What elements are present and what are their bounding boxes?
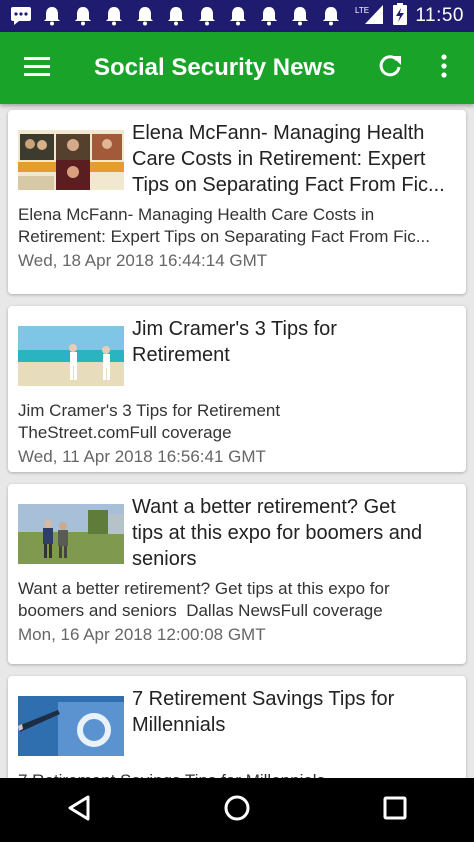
- news-card[interactable]: Want a better retirement? Get tips at th…: [8, 484, 466, 664]
- article-headline: Want a better retirement? Get tips at th…: [132, 496, 423, 570]
- home-button[interactable]: [207, 780, 267, 840]
- article-summary: Elena McFann- Managing Health Care Costs…: [18, 205, 430, 246]
- more-options-button[interactable]: [424, 48, 464, 88]
- refresh-button[interactable]: [368, 48, 412, 88]
- bell-icon: [41, 5, 63, 27]
- article-summary: Want a better retirement? Get tips at th…: [18, 579, 390, 620]
- refresh-icon: [377, 53, 403, 84]
- bell-icon: [258, 5, 280, 27]
- navigation-bar: [0, 778, 474, 842]
- article-date: Wed, 11 Apr 2018 16:56:41 GMT: [18, 447, 266, 466]
- bell-icon: [134, 5, 156, 27]
- back-button[interactable]: [49, 780, 109, 840]
- article-headline: Jim Cramer's 3 Tips for Retirement: [132, 318, 337, 366]
- bell-icon: [227, 5, 249, 27]
- bell-icon: [72, 5, 94, 27]
- hamburger-menu-icon: [23, 55, 51, 82]
- recents-square-icon: [383, 796, 407, 825]
- article-thumbnail: [18, 326, 124, 386]
- article-date: Mon, 16 Apr 2018 12:00:08 GMT: [18, 625, 266, 644]
- news-card[interactable]: Elena McFann- Managing Health Care Costs…: [8, 110, 466, 294]
- news-card[interactable]: 7 Retirement Savings Tips for Millennial…: [8, 676, 466, 778]
- bell-icon: [165, 5, 187, 27]
- back-triangle-icon: [67, 795, 91, 826]
- messages-icon: [10, 5, 32, 27]
- notification-icons: [10, 5, 342, 27]
- bell-icon: [320, 5, 342, 27]
- article-summary: 7 Retirement Savings Tips for Millennial…: [18, 770, 456, 778]
- news-feed[interactable]: Elena McFann- Managing Health Care Costs…: [0, 104, 474, 778]
- status-bar: LTE 11:50: [0, 0, 474, 32]
- app-bar: Social Security News: [0, 32, 474, 104]
- article-thumbnail: [18, 696, 124, 756]
- article-date: Wed, 18 Apr 2018 16:44:14 GMT: [18, 251, 268, 270]
- system-status: LTE 11:50: [355, 2, 464, 30]
- lte-signal-icon: LTE: [355, 3, 385, 30]
- app-title: Social Security News: [94, 54, 336, 81]
- recents-button[interactable]: [365, 780, 425, 840]
- bell-icon: [289, 5, 311, 27]
- network-type: LTE: [355, 6, 369, 15]
- menu-button[interactable]: [0, 32, 74, 104]
- news-card[interactable]: Jim Cramer's 3 Tips for Retirement Jim C…: [8, 306, 466, 472]
- home-circle-icon: [223, 794, 251, 827]
- status-time: 11:50: [415, 5, 464, 26]
- battery-charging-icon: [393, 2, 408, 30]
- article-headline: Elena McFann- Managing Health Care Costs…: [132, 122, 445, 196]
- more-vertical-icon: [440, 53, 448, 83]
- article-thumbnail: [18, 504, 124, 564]
- article-thumbnail: [18, 130, 124, 190]
- bell-icon: [196, 5, 218, 27]
- bell-icon: [103, 5, 125, 27]
- article-headline: 7 Retirement Savings Tips for Millennial…: [132, 688, 395, 736]
- article-summary: Jim Cramer's 3 Tips for Retirement TheSt…: [18, 401, 281, 442]
